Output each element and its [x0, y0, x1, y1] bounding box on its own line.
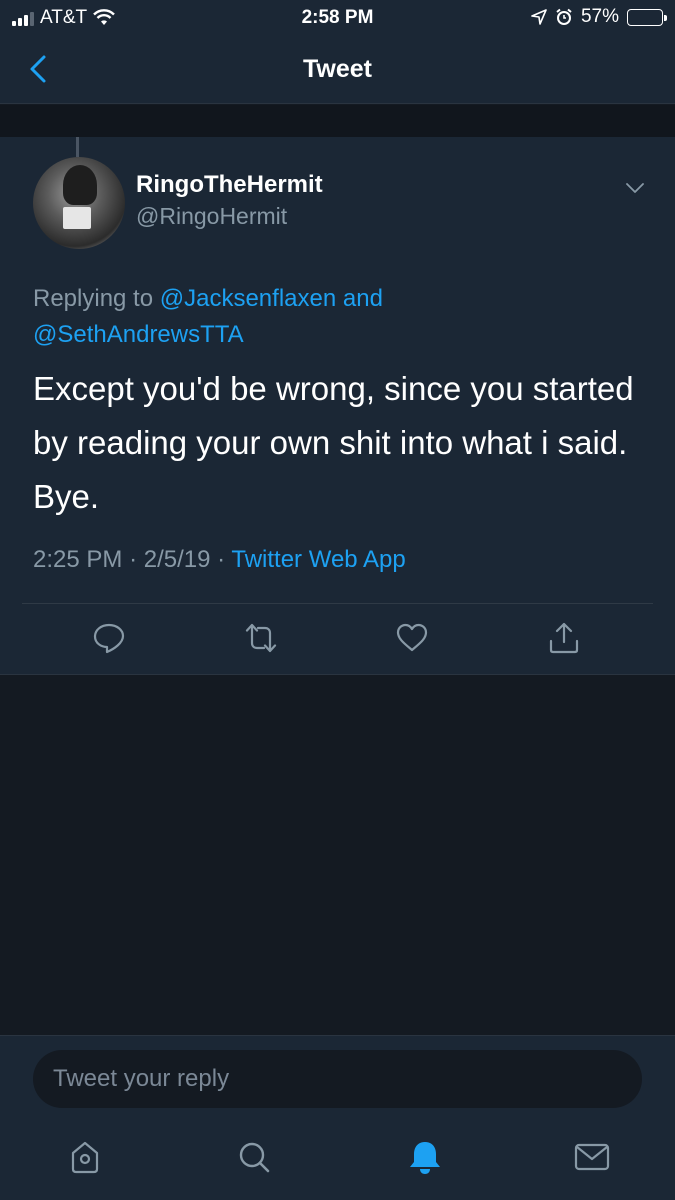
avatar-mug — [63, 207, 91, 229]
page-title: Tweet — [303, 55, 372, 83]
tweet-date: 2/5/19 — [143, 546, 211, 573]
separator-band — [0, 105, 675, 137]
battery-icon — [627, 8, 667, 26]
home-icon[interactable] — [65, 1137, 105, 1177]
replying-prefix: Replying to — [33, 285, 154, 312]
share-icon[interactable] — [547, 621, 581, 655]
divider — [22, 603, 653, 604]
thread-line — [76, 137, 79, 157]
like-icon[interactable] — [395, 621, 429, 655]
reply-user-link-1[interactable]: @Jacksenflaxen — [160, 285, 336, 312]
meta-separator: · — [129, 546, 138, 573]
notifications-icon[interactable] — [405, 1137, 445, 1177]
avatar-figure — [63, 165, 97, 205]
retweet-icon[interactable] — [244, 621, 278, 655]
tweet-source[interactable]: Twitter Web App — [231, 546, 405, 573]
messages-icon[interactable] — [572, 1137, 612, 1177]
status-bar: AT&T 2:58 PM 57% — [0, 0, 675, 36]
tweet-time: 2:25 PM — [33, 546, 123, 573]
reply-user-link-2[interactable]: @SethAndrewsTTA — [33, 321, 244, 348]
meta-separator: · — [217, 546, 226, 573]
tweet-card: RingoTheHermit @RingoHermit Replying to … — [0, 137, 675, 675]
tab-bar — [0, 1125, 675, 1200]
reply-icon[interactable] — [92, 621, 126, 655]
author-handle[interactable]: @RingoHermit — [136, 203, 287, 230]
status-bar-right: 57% — [531, 6, 667, 28]
tweet-actions — [0, 621, 675, 661]
search-icon[interactable] — [234, 1137, 274, 1177]
chevron-down-icon[interactable] — [622, 175, 648, 201]
replying-to: Replying to @Jacksenflaxen and @SethAndr… — [33, 281, 633, 353]
reply-and: and — [342, 285, 383, 312]
author-name[interactable]: RingoTheHermit — [136, 171, 323, 199]
reply-input[interactable] — [33, 1050, 642, 1108]
nav-bar: Tweet — [0, 36, 675, 104]
alarm-icon — [556, 8, 572, 25]
battery-percent: 57% — [580, 6, 619, 27]
location-icon — [531, 9, 547, 25]
tweet-detail-screen: AT&T 2:58 PM 57% Tweet RingoTheHermit @R… — [0, 0, 675, 1200]
tweet-meta: 2:25 PM · 2/5/19 · Twitter Web App — [33, 546, 406, 574]
avatar[interactable] — [33, 157, 125, 249]
tweet-text: Except you'd be wrong, since you started… — [33, 370, 634, 515]
reply-bar — [0, 1035, 675, 1125]
